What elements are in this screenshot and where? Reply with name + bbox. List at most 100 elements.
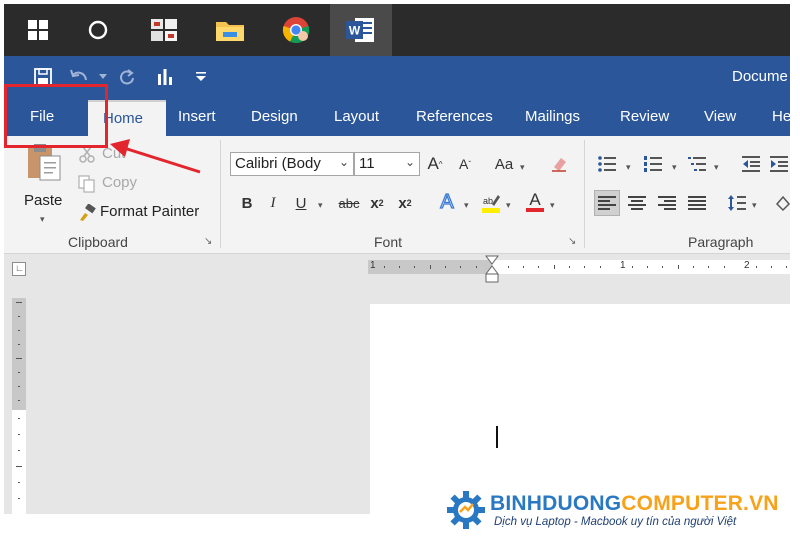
word-title-bar: Docume bbox=[4, 56, 790, 98]
clipboard-dialog-launcher-icon[interactable]: ↘ bbox=[204, 236, 212, 247]
line-spacing-dropdown-icon[interactable]: ▾ bbox=[752, 200, 757, 211]
indent-marker-icon[interactable] bbox=[484, 254, 500, 284]
multilevel-dropdown-icon[interactable]: ▾ bbox=[714, 162, 719, 173]
shading-icon[interactable] bbox=[772, 192, 794, 214]
chrome-icon[interactable] bbox=[276, 10, 316, 50]
superscript-button[interactable]: x2 bbox=[394, 192, 416, 214]
bullets-icon[interactable] bbox=[596, 153, 618, 175]
clear-formatting-icon[interactable] bbox=[548, 153, 570, 175]
strikethrough-label: abc bbox=[338, 195, 360, 211]
font-color-button[interactable]: A bbox=[524, 190, 546, 212]
file-tab-highlight-box bbox=[4, 84, 108, 148]
windows-start-icon[interactable] bbox=[18, 10, 58, 50]
superscript-label: x bbox=[398, 194, 407, 212]
group-separator bbox=[584, 140, 585, 248]
bullets-dropdown-icon[interactable]: ▾ bbox=[626, 162, 631, 173]
format-painter-label: Format Painter bbox=[100, 203, 200, 220]
ruler-area: ∟ 1 1 2 bbox=[4, 254, 790, 284]
tab-view[interactable]: View bbox=[704, 108, 736, 125]
tab-layout[interactable]: Layout bbox=[334, 108, 379, 125]
font-color-swatch bbox=[526, 208, 544, 212]
font-color-dropdown-icon[interactable]: ▾ bbox=[550, 200, 555, 211]
logo-name-part2: COMPUTER.VN bbox=[621, 492, 779, 515]
cortana-icon[interactable] bbox=[78, 10, 118, 50]
logo-name-part1: BINHDUONG bbox=[490, 492, 622, 515]
paste-dropdown-icon: ▾ bbox=[40, 214, 45, 224]
vertical-ruler-ticks bbox=[16, 302, 22, 499]
binhduong-computer-logo: BINHDUONGCOMPUTER.VN Dịch vụ Laptop - Ma… bbox=[444, 488, 792, 534]
tab-selector-icon[interactable]: ∟ bbox=[12, 262, 26, 276]
text-effects-dropdown-icon[interactable]: ▾ bbox=[464, 200, 469, 211]
font-dialog-launcher-icon[interactable]: ↘ bbox=[568, 236, 576, 247]
bold-label: B bbox=[241, 194, 253, 212]
gear-icon bbox=[447, 491, 485, 529]
highlight-dropdown-icon[interactable]: ▾ bbox=[506, 200, 511, 211]
bold-button[interactable]: B bbox=[236, 192, 258, 214]
font-name-value: Calibri (Body bbox=[235, 155, 321, 172]
font-size-combo[interactable]: 11 ⌄ bbox=[354, 152, 420, 176]
subscript-button[interactable]: x2 bbox=[366, 192, 388, 214]
document-title: Docume bbox=[732, 68, 788, 85]
vertical-ruler[interactable] bbox=[12, 298, 26, 514]
clipboard-group-label: Clipboard bbox=[68, 234, 128, 250]
align-right-icon[interactable] bbox=[656, 192, 678, 214]
tab-insert[interactable]: Insert bbox=[178, 108, 216, 125]
align-left-icon[interactable] bbox=[594, 190, 620, 216]
grow-font-label: A bbox=[427, 154, 439, 173]
ruler-ticks bbox=[384, 265, 787, 269]
underline-dropdown-icon[interactable]: ▾ bbox=[318, 200, 323, 211]
font-name-combo[interactable]: Calibri (Body ⌄ bbox=[230, 152, 354, 176]
text-effects-label: A bbox=[440, 190, 455, 213]
paste-label: Paste bbox=[24, 192, 63, 209]
windows-taskbar: W bbox=[4, 4, 790, 56]
font-color-label: A bbox=[529, 190, 541, 209]
shrink-font-button[interactable]: Aˇ bbox=[454, 153, 476, 175]
chart-icon[interactable] bbox=[154, 66, 176, 88]
change-case-dropdown-icon[interactable]: ▾ bbox=[520, 162, 525, 173]
line-spacing-icon[interactable] bbox=[726, 192, 748, 214]
paste-button[interactable]: Paste ▾ bbox=[20, 140, 66, 224]
document-page[interactable] bbox=[370, 304, 790, 514]
increase-indent-icon[interactable] bbox=[768, 153, 790, 175]
taskbar-app-icon[interactable] bbox=[144, 10, 184, 50]
underline-label: U bbox=[295, 194, 307, 212]
redo-icon[interactable] bbox=[116, 66, 138, 88]
tab-mailings[interactable]: Mailings bbox=[525, 108, 580, 125]
tab-help[interactable]: He bbox=[772, 108, 791, 125]
justify-icon[interactable] bbox=[686, 192, 708, 214]
font-size-value: 11 bbox=[359, 155, 375, 172]
word-icon-letter: W bbox=[349, 24, 361, 38]
multilevel-list-icon[interactable] bbox=[686, 153, 708, 175]
grow-font-button[interactable]: A ^ bbox=[424, 153, 446, 175]
word-icon[interactable]: W bbox=[340, 10, 380, 50]
underline-button[interactable]: U bbox=[290, 192, 312, 214]
font-size-dropdown-icon: ⌄ bbox=[404, 155, 415, 169]
tab-design[interactable]: Design bbox=[251, 108, 298, 125]
format-painter-button[interactable]: Format Painter bbox=[76, 202, 212, 224]
file-explorer-icon[interactable] bbox=[210, 10, 250, 50]
change-case-label: Aa bbox=[494, 155, 514, 173]
strikethrough-button[interactable]: abc bbox=[334, 192, 364, 214]
copy-icon bbox=[78, 175, 95, 193]
decrease-indent-icon[interactable] bbox=[740, 153, 762, 175]
font-group-label: Font bbox=[374, 234, 403, 250]
font-name-dropdown-icon: ⌄ bbox=[338, 155, 349, 169]
numbering-dropdown-icon[interactable]: ▾ bbox=[672, 162, 677, 173]
tab-home-label: Home bbox=[103, 110, 144, 127]
align-center-icon[interactable] bbox=[626, 192, 648, 214]
scissors-icon bbox=[79, 146, 95, 163]
subscript-label: x bbox=[370, 194, 379, 212]
numbering-icon[interactable] bbox=[642, 153, 664, 175]
tab-review[interactable]: Review bbox=[620, 108, 669, 125]
horizontal-ruler[interactable]: 1 1 2 bbox=[368, 260, 790, 274]
customize-qat-icon[interactable] bbox=[190, 66, 212, 88]
text-effects-button[interactable]: A bbox=[436, 190, 458, 213]
paragraph-group-label: Paragraph bbox=[688, 234, 754, 250]
highlight-color-icon[interactable]: ab bbox=[480, 192, 502, 214]
tab-references[interactable]: References bbox=[416, 108, 493, 125]
logo-name: BINHDUONGCOMPUTER.VN bbox=[490, 492, 779, 516]
italic-label: I bbox=[270, 194, 276, 211]
change-case-button[interactable]: Aa bbox=[490, 153, 518, 175]
document-canvas bbox=[4, 284, 790, 514]
italic-button[interactable]: I bbox=[262, 192, 284, 214]
